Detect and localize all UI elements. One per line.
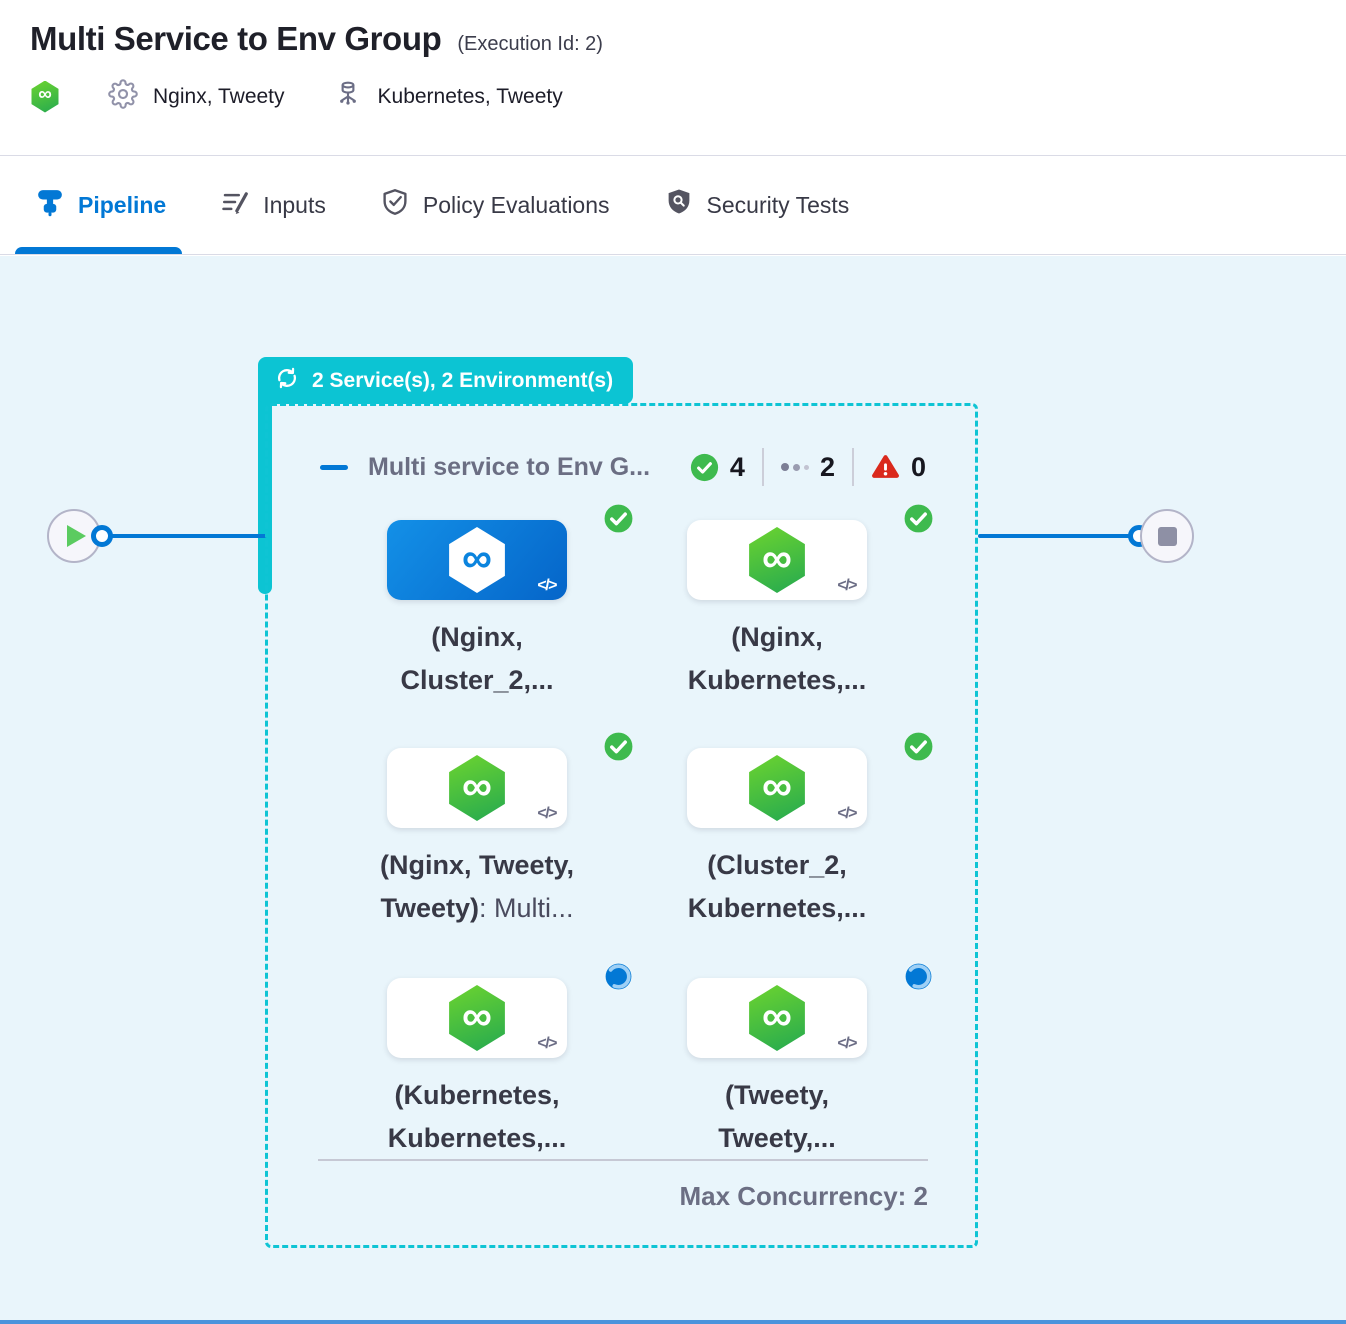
step-label: (Nginx, Kubernetes,... [627,616,927,702]
matrix-node-2: ∞ </> (Nginx, Kubernetes,... [627,520,927,702]
success-count: 4 [730,452,745,483]
page-title: Multi Service to Env Group [30,20,441,58]
tab-label: Pipeline [78,192,166,219]
code-icon: </> [537,805,556,823]
inputs-icon [220,187,250,223]
shield-scan-icon [664,187,694,223]
loop-icon [274,365,300,397]
matrix-badge-label: 2 Service(s), 2 Environment(s) [312,369,613,393]
matrix-badge[interactable]: 2 Service(s), 2 Environment(s) [258,357,633,404]
tab-bar: Pipeline Inputs Policy Evaluations [0,155,1346,255]
running-count: 2 [820,452,835,483]
code-icon: </> [837,577,856,595]
step-card[interactable]: ∞ </> [387,748,567,828]
code-icon: </> [537,577,556,595]
tab-inputs[interactable]: Inputs [218,156,328,254]
harness-step-icon: ∞ [746,985,808,1051]
tab-label: Inputs [263,192,326,219]
success-count-icon [690,453,719,482]
step-label: (Cluster_2, Kubernetes,... [627,844,927,930]
flow-line-right [978,534,1138,538]
step-label: (Nginx, Cluster_2,... [327,616,627,702]
success-badge-icon [902,502,935,535]
bottom-edge-strip [0,1320,1346,1324]
harness-step-icon: ∞ [746,527,808,593]
step-card[interactable]: ∞ </> [687,978,867,1058]
running-spinner-icon [902,960,935,993]
tab-label: Security Tests [707,192,850,219]
stage-name[interactable]: Multi service to Env G... [368,453,650,482]
pipeline-end-node [1140,509,1194,563]
environments-label: Kubernetes, Tweety [378,85,563,109]
matrix-node-3: ∞ </> (Nginx, Tweety, Tweety): Multi... [327,748,627,930]
max-concurrency-label: Max Concurrency: 2 [318,1181,928,1212]
matrix-node-6: ∞ </> (Tweety, Tweety,... [627,978,927,1160]
matrix-node-1: ∞ </> (Nginx, Cluster_2,... [327,520,627,702]
services-label: Nginx, Tweety [153,85,285,109]
shield-check-icon [380,187,410,223]
step-label: (Kubernetes, Kubernetes,... [327,1074,627,1160]
tab-label: Policy Evaluations [423,192,610,219]
step-label: (Tweety, Tweety,... [627,1074,927,1160]
collapse-stage-button[interactable] [320,465,348,470]
code-icon: </> [837,805,856,823]
tab-pipeline[interactable]: Pipeline [33,156,168,254]
success-badge-icon [902,730,935,763]
harness-step-icon: ∞ [446,755,508,821]
pipeline-icon [35,187,65,223]
stage-status-counts: 4 2 0 [690,448,926,486]
step-label: (Nginx, Tweety, Tweety): Multi... [327,844,627,930]
flow-line-left [100,534,267,538]
matrix-node-4: ∞ </> (Cluster_2, Kubernetes,... [627,748,927,930]
step-card[interactable]: ∞ </> [687,748,867,828]
harness-step-icon: ∞ [746,755,808,821]
step-card[interactable]: ∞ </> [387,978,567,1058]
harness-step-icon: ∞ [446,527,508,593]
code-icon: </> [537,1035,556,1053]
tab-policy-evaluations[interactable]: Policy Evaluations [378,156,612,254]
stop-icon [1158,527,1177,546]
environments-icon [333,79,363,114]
failed-count: 0 [911,452,926,483]
step-card[interactable]: ∞ </> [687,520,867,600]
play-icon [67,525,86,547]
code-icon: </> [837,1035,856,1053]
pipeline-canvas: 2 Service(s), 2 Environment(s) Multi ser… [0,256,1346,1324]
step-card[interactable]: ∞ </> [387,520,567,600]
matrix-footer-divider [318,1159,928,1161]
harness-step-icon: ∞ [446,985,508,1051]
services-gear-icon [108,79,138,114]
execution-id: (Execution Id: 2) [457,33,603,56]
connector-dot-left [91,525,113,547]
execution-header: Multi Service to Env Group (Execution Id… [0,0,1346,155]
harness-cd-icon: ∞ [30,81,60,113]
running-count-icon [781,463,809,471]
failed-count-icon [871,453,900,482]
matrix-node-5: ∞ </> (Kubernetes, Kubernetes,... [327,978,627,1160]
tab-security-tests[interactable]: Security Tests [662,156,852,254]
